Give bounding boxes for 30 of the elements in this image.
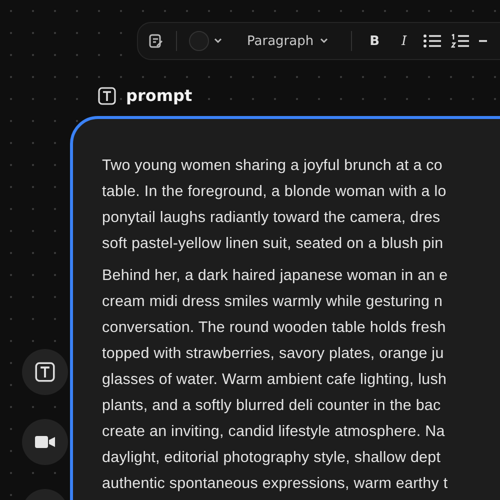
bold-button[interactable]: B [364, 34, 386, 48]
color-swatch[interactable] [189, 31, 209, 51]
prompt-text-line: soft pastel-yellow linen suit, seated on a blush pin [102, 234, 444, 254]
bullet-list-icon[interactable] [422, 34, 441, 48]
prompt-text-line: table. In the foreground, a blonde woman with a lo [102, 182, 448, 202]
text-icon [35, 362, 55, 382]
prompt-text-line: Behind her, a dark haired japanese woman in an e [102, 266, 449, 286]
prompt-text-line: daylight, editorial photography style, shallow dept [102, 448, 442, 468]
block-style-dropdown[interactable]: Paragraph [247, 34, 339, 48]
prompt-text-line: Two young women sharing a joyful brunch at a co [102, 156, 444, 176]
prompt-card[interactable] [70, 116, 500, 500]
prompt-text-line: plants, and a softly blurred deli counter in the bac [102, 396, 442, 416]
node-title: prompt [126, 86, 192, 105]
text-node-icon [98, 86, 116, 104]
numbered-list-icon[interactable] [450, 34, 469, 48]
video-camera-icon [34, 434, 56, 450]
prompt-text-line: glasses of water. Warm ambient cafe lighting, lush [102, 370, 448, 390]
minus-icon[interactable] [478, 39, 487, 43]
prompt-text-line: authentic spontaneous expressions, warm earthy t [102, 474, 449, 494]
edit-note-icon[interactable] [148, 33, 164, 49]
chevron-down-icon[interactable] [213, 37, 223, 45]
prompt-text-line: cream midi dress smiles warmly while gesturing n [102, 292, 444, 312]
add-text-button[interactable] [22, 349, 68, 395]
prompt-text-line: create an inviting, candid lifestyle atmosphere. Na [102, 422, 446, 442]
prompt-text-line: ponytail laughs radiantly toward the camera, dres [102, 208, 442, 228]
chevron-down-icon [318, 37, 329, 45]
italic-button[interactable]: I [396, 34, 413, 48]
prompt-text-line: conversation. The round wooden table holds fresh [102, 318, 447, 338]
add-video-button[interactable] [22, 419, 68, 465]
prompt-text-line: topped with strawberries, savory plates, orange ju [102, 344, 445, 364]
